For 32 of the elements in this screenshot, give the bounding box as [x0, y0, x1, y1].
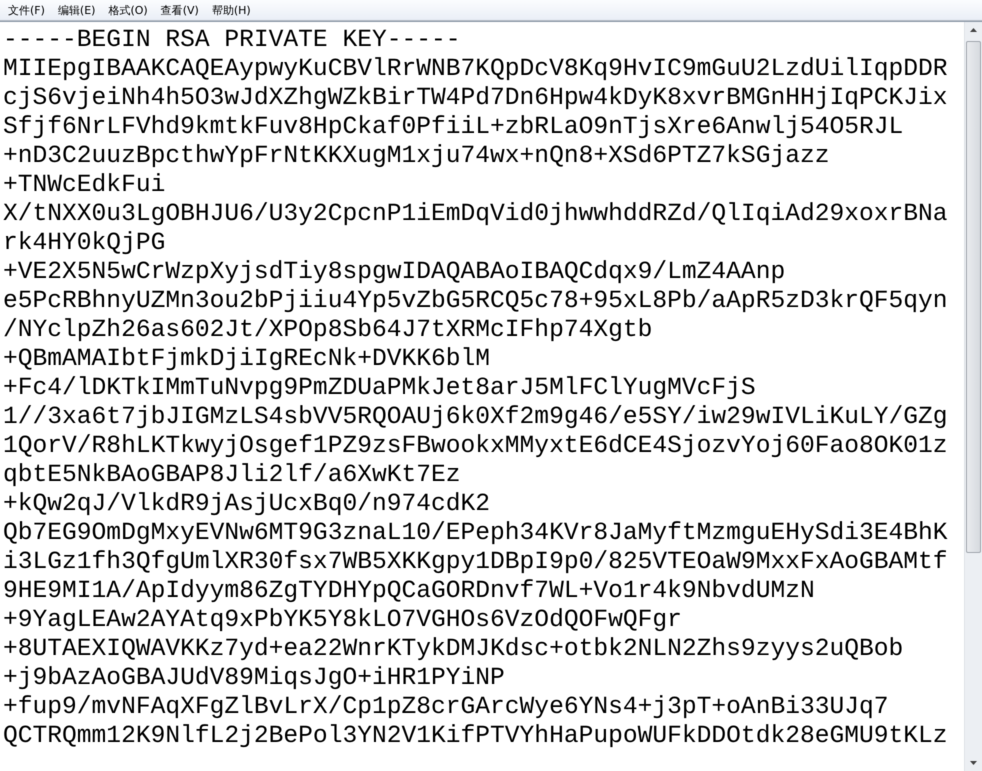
text-line: +TNWcEdkFui	[3, 171, 166, 200]
text-line: +9YagLEAw2AYAtq9xPbYK5Y8kLO7VGHOs6VzOdQOFwQFgr	[3, 606, 683, 635]
text-line: +QBmAMAIbtFjmkDjiIgREcNk+DVKK6blM	[3, 345, 492, 374]
text-line: i3LGz1fh3QfgUmlXR30fsx7WB5XKKgpy1DBpI9p0/825VTEOaW9MxxFxAoGBAMtf	[3, 548, 949, 577]
text-line: 1//3xa6t7jbJIGMzLS4sbVV5RQOAUj6k0Xf2m9g46/e5SY/iw29wIVLiKuLY/GZg	[3, 403, 949, 432]
menu-item[interactable]: 查看(V)	[154, 0, 206, 20]
text-line: +8UTAEXIQWAVKKz7yd+ea22WnrKTykDMJKdsc+otbk2NLN2Zhs9zyys2uQBob	[3, 635, 904, 664]
text-line: 1QorV/R8hLKTkwyjOsgef1PZ9zsFBwookxMMyxtE6dCE4SjozvYoj60Fao8OK01z	[3, 432, 949, 461]
text-line: X/tNXX0u3LgOBHJU6/U3y2CpcnP1iEmDqVid0jhwwhddRZd/QlIqiAd29xoxrBNa	[3, 200, 949, 229]
menu-item[interactable]: 帮助(H)	[206, 0, 258, 20]
text-line: +j9bAzAoGBAJUdV89MiqsJgO+iHR1PYiNP	[3, 664, 506, 693]
menu-item[interactable]: 格式(O)	[102, 0, 155, 20]
menu-item[interactable]: 文件(F)	[2, 0, 52, 20]
text-line: 9HE9MI1A/ApIdyym86ZgTYDHYpQCaGORDnvf7WL+Vo1r4k9NbvdUMzN	[3, 577, 816, 606]
text-line: e5PcRBhnyUZMn3ou2bPjiiu4Yp5vZbG5RCQ5c78+95xL8Pb/aApR5zD3krQF5qyn	[3, 287, 949, 316]
menu-item[interactable]: 编辑(E)	[52, 0, 102, 20]
text-line: Qb7EG9OmDgMxyEVNw6MT9G3znaL10/EPeph34KVr8JaMyftMzmguEHySdi3E4BhK	[3, 519, 949, 548]
text-line: +Fc4/lDKTkIMmTuNvpg9PmZDUaPMkJet8arJ5MlFClYugMVcFjS	[3, 374, 757, 403]
scroll-thumb[interactable]	[966, 41, 981, 553]
text-line: MIIEpgIBAAKCAQEAypwyKuCBVlRrWNB7KQpDcV8Kq9HvIC9mGuU2LzdUilIqpDDR	[3, 55, 949, 84]
text-line: QCTRQmm12K9NlfL2j2BePol3YN2V1KifPTVYhHaPupoWUFkDDOtdk28eGMU9tKLz	[3, 722, 949, 751]
text-line: +fup9/mvNFAqXFgZlBvLrX/Cp1pZ8crGArcWye6YNs4+j3pT+oAnBi33UJq7	[3, 693, 890, 722]
text-line: +VE2X5N5wCrWzpXyjsdTiy8spgwIDAQABAoIBAQCdqx9/LmZ4AAnp	[3, 258, 786, 287]
text-line: qbtE5NkBAoGBAP8Jli2lf/a6XwKt7Ez	[3, 461, 462, 490]
text-line: Sfjf6NrLFVhd9kmtkFuv8HpCkaf0PfiiL+zbRLaO9nTjsXre6Anwlj54O5RJL	[3, 113, 904, 142]
text-line: cjS6vjeiNh4h5O3wJdXZhgWZkBirTW4Pd7Dn6Hpw4kDyK8xvrBMGnHHjIqPCKJix	[3, 84, 949, 113]
vertical-scrollbar[interactable]	[964, 22, 982, 771]
text-line: /NYclpZh26as602Jt/XPOp8Sb64J7tXRMcIFhp74Xgtb	[3, 316, 654, 345]
text-line: +nD3C2uuzBpcthwYpFrNtKKXugM1xju74wx+nQn8+XSd6PTZ7kSGjazz	[3, 142, 830, 171]
text-line: +kQw2qJ/VlkdR9jAsjUcxBq0/n974cdK2	[3, 490, 492, 519]
text-line: -----BEGIN RSA PRIVATE KEY-----	[3, 26, 462, 55]
text-line: rk4HY0kQjPG	[3, 229, 166, 258]
